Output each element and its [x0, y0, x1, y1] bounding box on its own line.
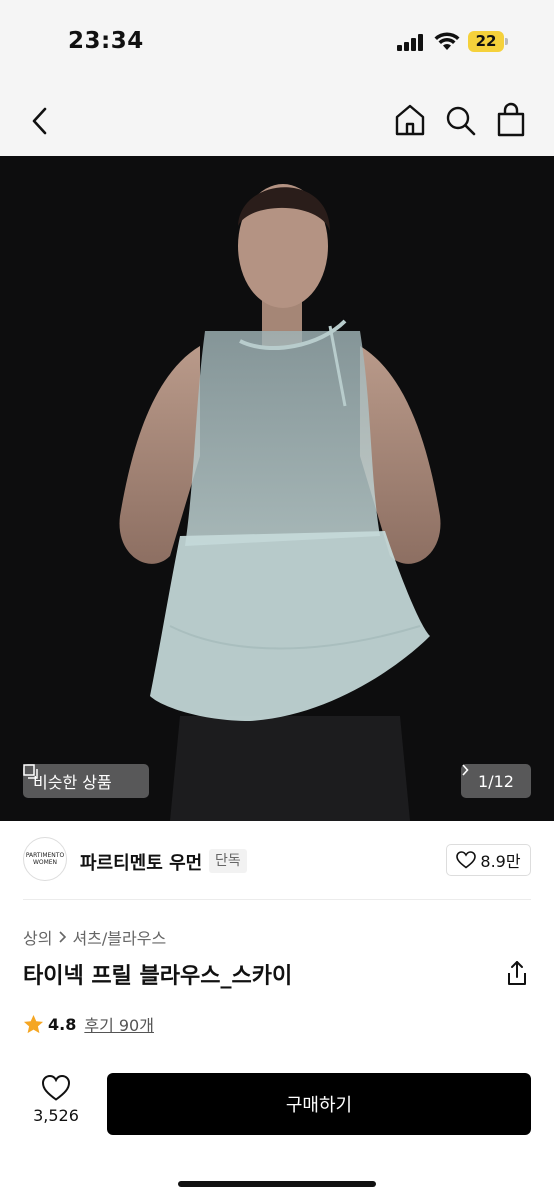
divider: [23, 899, 531, 900]
page-counter-text: 1/12: [478, 771, 514, 791]
chevron-right-icon: [59, 931, 67, 943]
battery-tip: [505, 38, 508, 45]
status-bar: 23:34 22: [0, 0, 554, 84]
brand-logo-line2: WOMEN: [32, 859, 58, 866]
product-title: 타이넥 프릴 블라우스_스카이: [23, 964, 293, 989]
battery-icon: 22: [468, 31, 508, 52]
similar-products-button[interactable]: 비슷한 상품: [23, 764, 149, 798]
heart-icon: [456, 851, 477, 869]
star-icon: [23, 1014, 44, 1033]
brand-row[interactable]: PARTIMENTO WOMEN 파르티멘토 우먼 단독 8.9만: [0, 821, 554, 901]
brand-logo[interactable]: PARTIMENTO WOMEN: [23, 837, 67, 881]
rating-row: 4.8 후기 90개: [23, 1012, 154, 1036]
chevron-right-icon: [462, 764, 469, 776]
heart-icon: [41, 1074, 71, 1101]
status-time: 23:34: [68, 28, 144, 54]
home-icon[interactable]: [393, 102, 427, 138]
nav-bar: [0, 84, 554, 156]
similar-products-label: 비슷한 상품: [33, 773, 112, 792]
breadcrumb: 상의 셔츠/블라우스: [23, 925, 166, 949]
home-indicator: [178, 1181, 376, 1187]
product-image[interactable]: 비슷한 상품 1/12: [0, 156, 554, 821]
rating-value: 4.8: [48, 1014, 77, 1034]
share-icon[interactable]: [505, 960, 529, 986]
battery-level: 22: [475, 32, 497, 50]
image-page-counter[interactable]: 1/12: [461, 764, 531, 798]
exclusive-badge: 단독: [209, 849, 247, 873]
buy-button[interactable]: 구매하기: [107, 1073, 531, 1135]
search-icon[interactable]: [443, 102, 477, 138]
breadcrumb-item-top[interactable]: 상의: [23, 925, 52, 949]
wifi-icon: [434, 32, 460, 50]
bag-icon[interactable]: [494, 101, 528, 139]
back-icon[interactable]: [26, 104, 56, 138]
breadcrumb-item-category[interactable]: 셔츠/블라우스: [72, 925, 166, 949]
product-like-button[interactable]: 3,526: [24, 1074, 88, 1125]
brand-like-button[interactable]: 8.9만: [446, 844, 531, 876]
signal-icon: [397, 33, 425, 51]
brand-like-count: 8.9만: [480, 852, 521, 871]
product-like-count: 3,526: [33, 1106, 79, 1125]
product-photo: [0, 156, 554, 821]
similar-icon: [23, 764, 38, 779]
brand-logo-line1: PARTIMENTO: [25, 852, 65, 859]
brand-name[interactable]: 파르티멘토 우먼: [80, 849, 202, 875]
review-link[interactable]: 후기 90개: [84, 1012, 154, 1036]
